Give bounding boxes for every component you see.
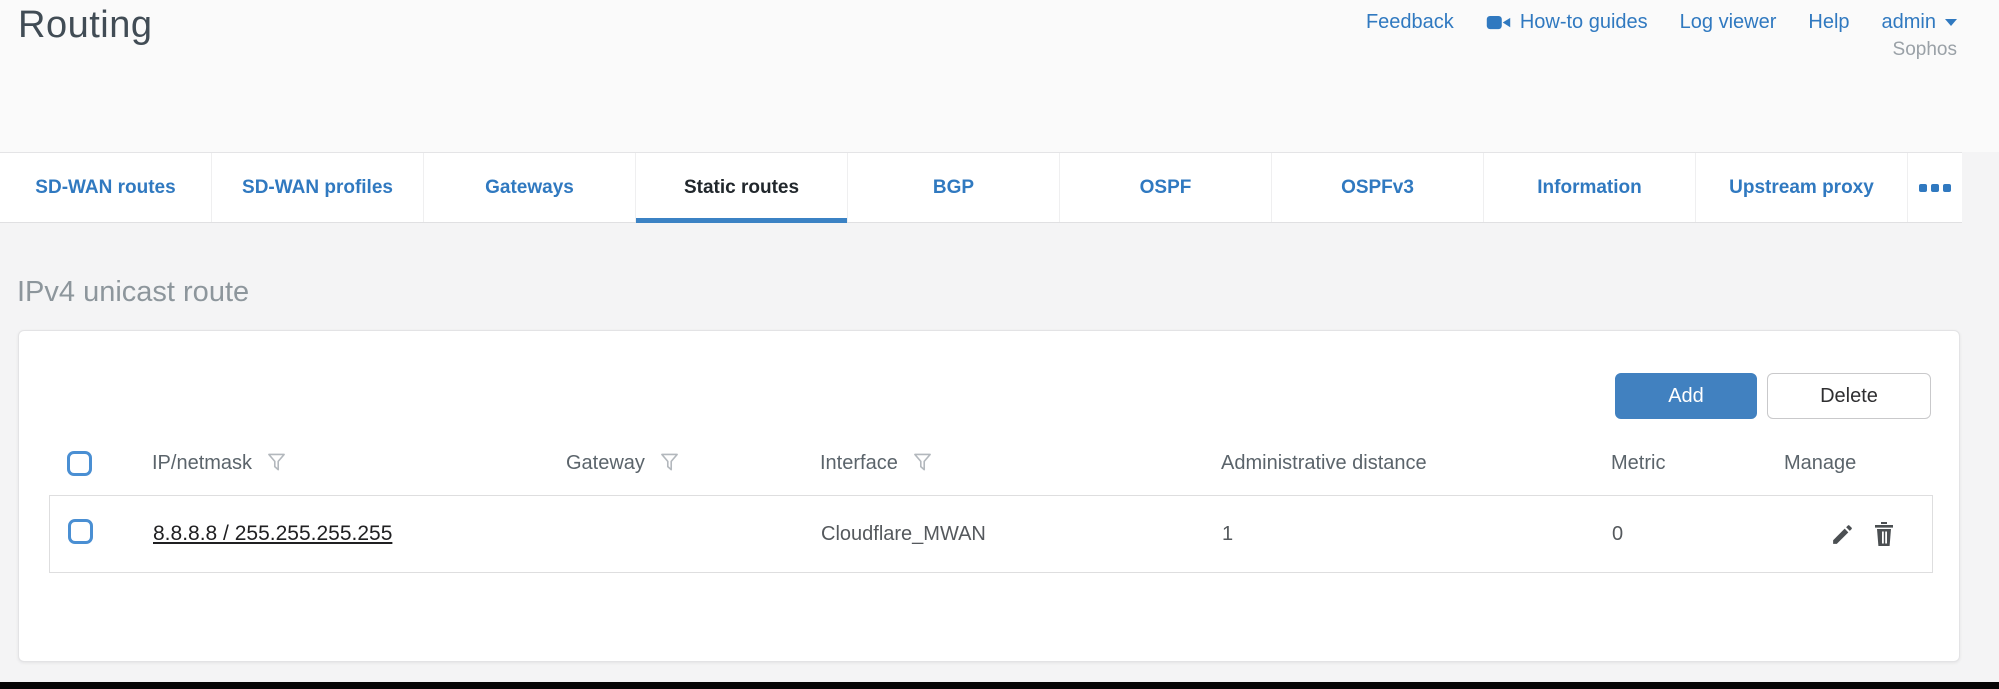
filter-icon[interactable] [660,452,679,475]
org-label: Sophos [1893,39,1957,61]
filter-icon[interactable] [913,452,932,475]
tab-bgp[interactable]: BGP [848,153,1060,222]
edit-icon[interactable] [1830,522,1855,547]
delete-icon[interactable] [1872,521,1896,547]
log-viewer-link[interactable]: Log viewer [1680,11,1777,34]
row-checkbox[interactable] [68,519,93,544]
bottom-edge-bar [0,682,1999,689]
tab-label: SD-WAN profiles [242,177,393,199]
section-title: IPv4 unicast route [17,276,249,309]
tab-bar: SD-WAN routes SD-WAN profiles Gateways S… [0,152,1962,223]
top-nav: Feedback How-to guides Log viewer Help a… [1366,11,1957,34]
page-header: Routing Feedback How-to guides Log viewe… [0,0,1999,152]
tab-static-routes[interactable]: Static routes [636,153,848,222]
tab-label: BGP [933,177,974,199]
ip-netmask-link[interactable]: 8.8.8.8 / 255.255.255.255 [153,522,392,545]
tab-ospf[interactable]: OSPF [1060,153,1272,222]
column-interface: Interface [820,452,898,475]
admin-menu-button[interactable]: admin [1882,11,1957,34]
help-link[interactable]: Help [1808,11,1849,34]
admin-label: admin [1882,11,1936,34]
video-camera-icon [1486,15,1511,30]
tab-label: SD-WAN routes [35,177,175,199]
tab-label: Upstream proxy [1729,177,1874,199]
tab-label: OSPFv3 [1341,177,1414,199]
select-all-checkbox[interactable] [67,451,92,476]
chevron-down-icon [1945,19,1957,26]
routes-panel: Add Delete IP/netmask Gateway Interface [18,330,1960,662]
tab-label: OSPF [1140,177,1192,199]
column-gateway: Gateway [566,452,645,475]
tab-overflow-button[interactable] [1908,153,1961,222]
tab-label: Gateways [485,177,574,199]
add-button[interactable]: Add [1615,373,1757,419]
column-administrative-distance: Administrative distance [1221,452,1427,475]
delete-button[interactable]: Delete [1767,373,1931,419]
interface-cell: Cloudflare_MWAN [821,523,1222,546]
routing-page: Routing Feedback How-to guides Log viewe… [0,0,1999,689]
tab-gateways[interactable]: Gateways [424,153,636,222]
tab-label: Information [1537,177,1642,199]
administrative-distance-cell: 1 [1222,523,1612,546]
tab-sdwan-routes[interactable]: SD-WAN routes [0,153,212,222]
manage-cell [1785,521,1934,547]
table-header: IP/netmask Gateway Interface Administrat… [49,439,1933,487]
column-metric: Metric [1611,452,1665,475]
tab-label: Static routes [684,177,799,199]
table-toolbar: Add Delete [1615,373,1931,419]
tab-sdwan-profiles[interactable]: SD-WAN profiles [212,153,424,222]
howto-guides-link[interactable]: How-to guides [1486,11,1648,34]
filter-icon[interactable] [267,452,286,475]
tab-information[interactable]: Information [1484,153,1696,222]
more-horizontal-icon [1919,184,1951,192]
column-manage: Manage [1784,452,1856,475]
page-title: Routing [18,4,152,47]
column-ip-netmask: IP/netmask [152,452,252,475]
table-row: 8.8.8.8 / 255.255.255.255 Cloudflare_MWA… [49,495,1933,573]
tab-upstream-proxy[interactable]: Upstream proxy [1696,153,1908,222]
metric-cell: 0 [1612,523,1785,546]
howto-guides-label: How-to guides [1520,11,1648,34]
feedback-link[interactable]: Feedback [1366,11,1454,34]
tab-ospfv3[interactable]: OSPFv3 [1272,153,1484,222]
